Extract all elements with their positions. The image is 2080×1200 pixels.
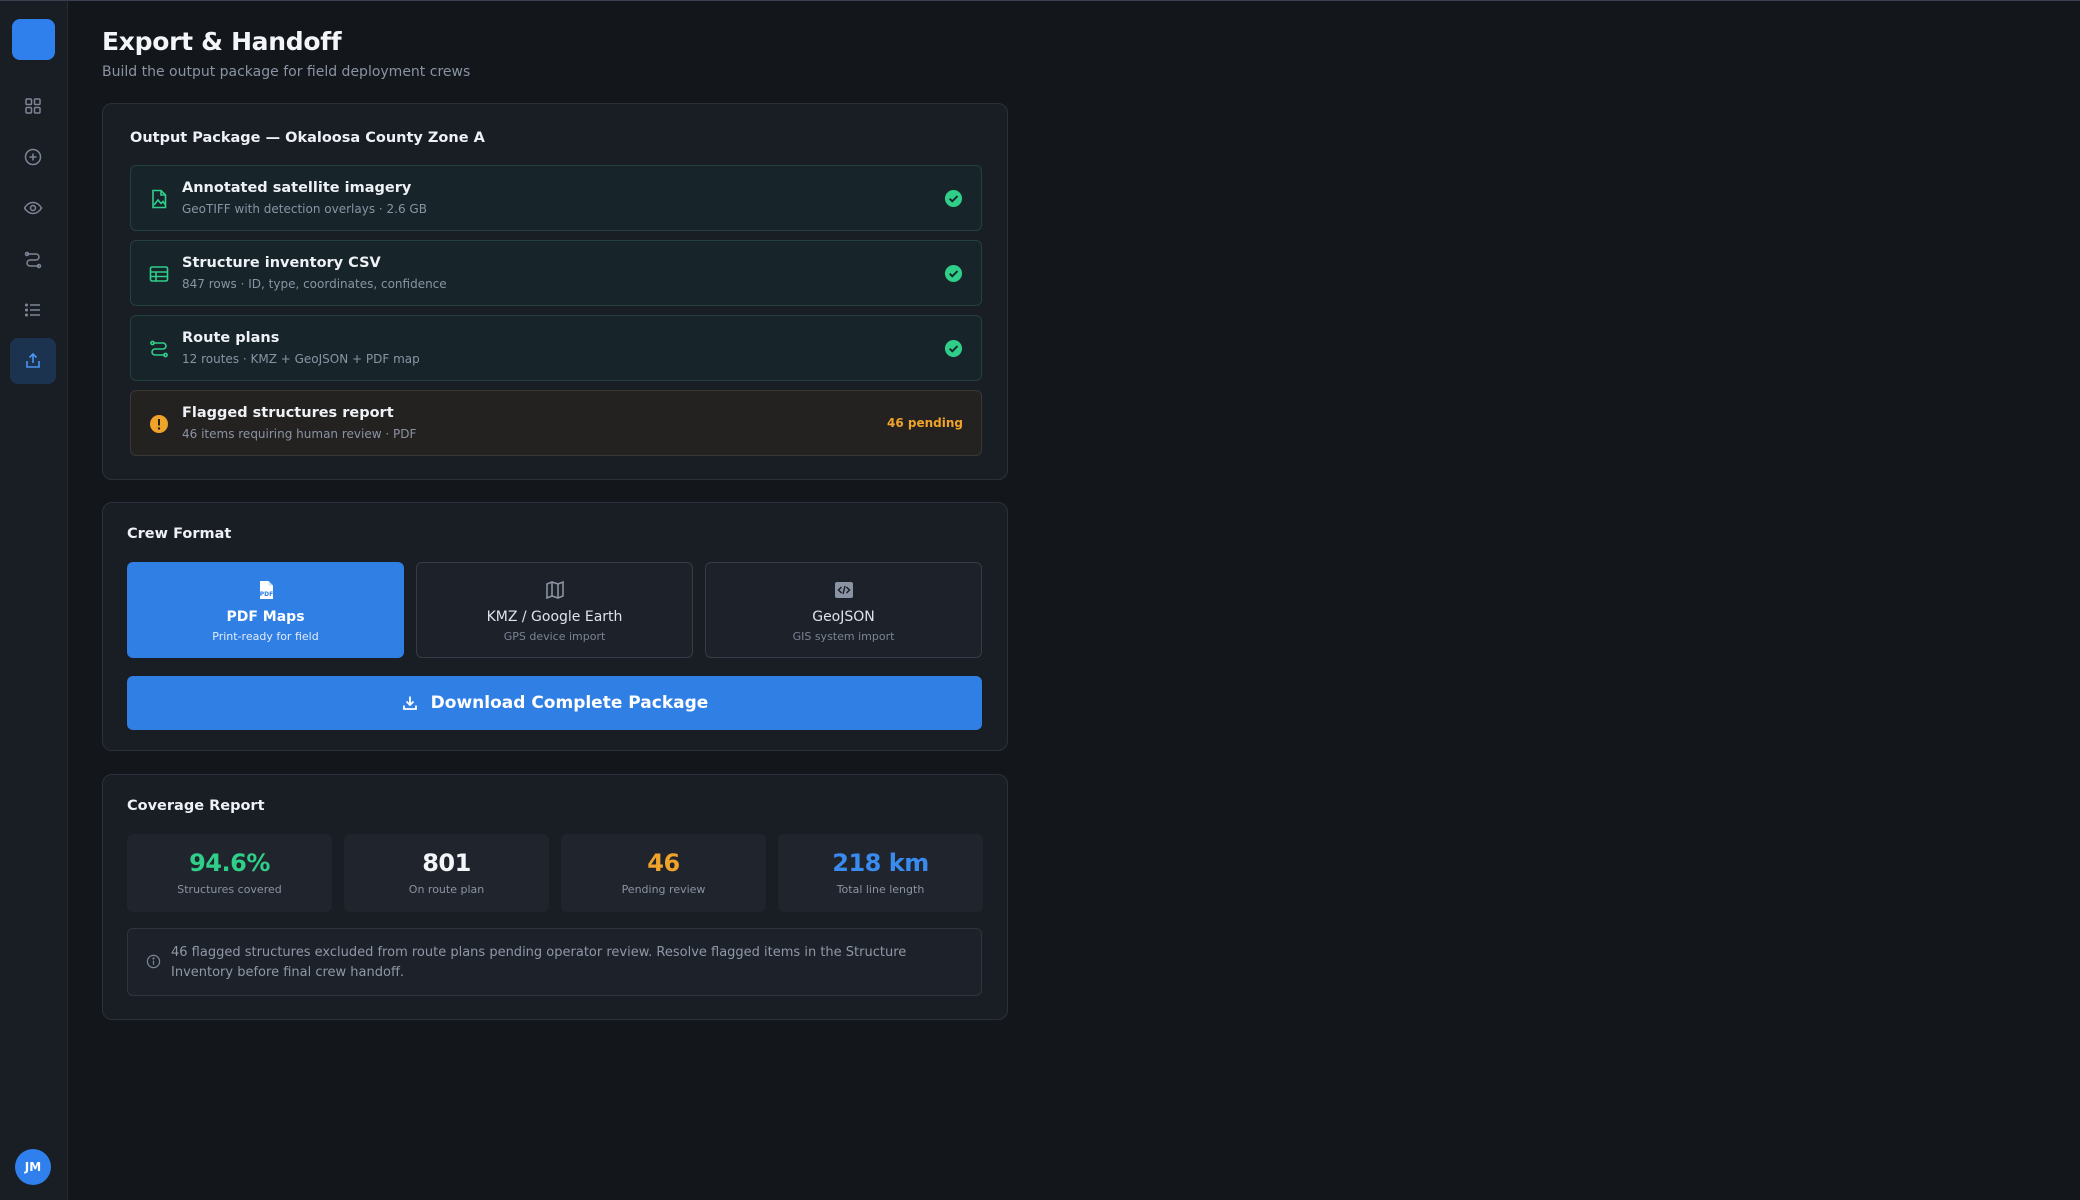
format-option-label: KMZ / Google Earth <box>486 609 623 625</box>
package-item-subtitle: 46 items requiring human review · PDF <box>182 427 417 441</box>
coverage-report-card: Coverage Report 94.6% Structures covered… <box>102 774 1008 1020</box>
stat-value: 801 <box>422 849 471 877</box>
download-package-button[interactable]: Download Complete Package <box>127 676 982 730</box>
table-icon <box>149 266 169 282</box>
route-icon <box>150 340 168 358</box>
output-package-card: Output Package — Okaloosa County Zone A … <box>102 103 1008 480</box>
image-file-icon <box>152 189 167 209</box>
package-item-subtitle: GeoTIFF with detection overlays · 2.6 GB <box>182 202 427 216</box>
app-logo[interactable] <box>12 19 55 60</box>
page-title: Export & Handoff <box>102 27 342 56</box>
coverage-note-text: 46 flagged structures excluded from rout… <box>171 945 907 980</box>
route-icon[interactable] <box>10 236 56 282</box>
stat-value: 218 km <box>832 849 929 877</box>
package-item-imagery[interactable]: Annotated satellite imagery GeoTIFF with… <box>130 165 982 231</box>
package-item-title: Structure inventory CSV <box>182 255 381 271</box>
crew-format-title: Crew Format <box>127 526 232 542</box>
export-icon[interactable] <box>10 338 56 384</box>
format-option-geojson[interactable]: GeoJSON GIS system import <box>705 562 982 658</box>
check-circle-icon <box>944 339 963 358</box>
crew-format-card: Crew Format PDF PDF Maps Print-ready for… <box>102 502 1008 751</box>
stat-value: 94.6% <box>189 849 270 877</box>
user-avatar[interactable]: JM <box>15 1149 51 1185</box>
format-option-sub: GPS device import <box>503 630 606 643</box>
package-item-title: Route plans <box>182 330 280 346</box>
stat-label: Total line length <box>836 883 925 896</box>
output-package-title: Output Package — Okaloosa County Zone A <box>130 130 485 146</box>
package-item-subtitle: 847 rows · ID, type, coordinates, confid… <box>182 277 447 291</box>
page-subtitle: Build the output package for field deplo… <box>102 64 471 80</box>
download-icon <box>402 696 417 710</box>
eye-icon[interactable] <box>10 185 56 231</box>
sidebar: JM <box>0 0 68 1200</box>
plus-circle-icon[interactable] <box>10 134 56 180</box>
stat-label: Pending review <box>621 883 706 896</box>
stat-on-route-plan: 801 On route plan <box>344 834 549 912</box>
dashboard-grid-icon[interactable] <box>10 83 56 129</box>
package-item-inventory-csv[interactable]: Structure inventory CSV 847 rows · ID, t… <box>130 240 982 306</box>
top-border <box>68 0 2080 1</box>
coverage-note: 46 flagged structures excluded from rout… <box>127 928 982 996</box>
info-icon <box>146 954 161 969</box>
stat-label: On route plan <box>408 883 485 896</box>
format-option-label: PDF Maps <box>226 609 305 625</box>
svg-text:PDF: PDF <box>260 591 273 598</box>
stat-value: 46 <box>647 849 680 877</box>
format-option-sub: GIS system import <box>792 630 895 643</box>
list-icon[interactable] <box>10 287 56 333</box>
map-icon <box>546 580 564 600</box>
stat-structures-covered: 94.6% Structures covered <box>127 834 332 912</box>
code-icon <box>835 582 853 598</box>
format-option-kmz[interactable]: KMZ / Google Earth GPS device import <box>416 562 693 658</box>
pdf-icon: PDF <box>260 581 273 599</box>
check-circle-icon <box>944 189 963 208</box>
package-item-title: Annotated satellite imagery <box>182 180 412 196</box>
check-circle-icon <box>944 264 963 283</box>
stat-total-line-length: 218 km Total line length <box>778 834 983 912</box>
package-item-route-plans[interactable]: Route plans 12 routes · KMZ + GeoJSON + … <box>130 315 982 381</box>
pending-badge: 46 pending <box>887 416 963 430</box>
package-item-title: Flagged structures report <box>182 405 394 421</box>
stat-label: Structures covered <box>177 883 282 896</box>
format-option-sub: Print-ready for field <box>212 630 319 643</box>
stat-pending-review: 46 Pending review <box>561 834 766 912</box>
format-option-pdf[interactable]: PDF PDF Maps Print-ready for field <box>127 562 404 658</box>
package-item-subtitle: 12 routes · KMZ + GeoJSON + PDF map <box>182 352 420 366</box>
warning-icon <box>150 415 168 433</box>
format-option-label: GeoJSON <box>812 609 875 625</box>
package-item-flagged-report[interactable]: Flagged structures report 46 items requi… <box>130 390 982 456</box>
coverage-report-title: Coverage Report <box>127 798 265 814</box>
download-button-label: Download Complete Package <box>430 693 709 713</box>
